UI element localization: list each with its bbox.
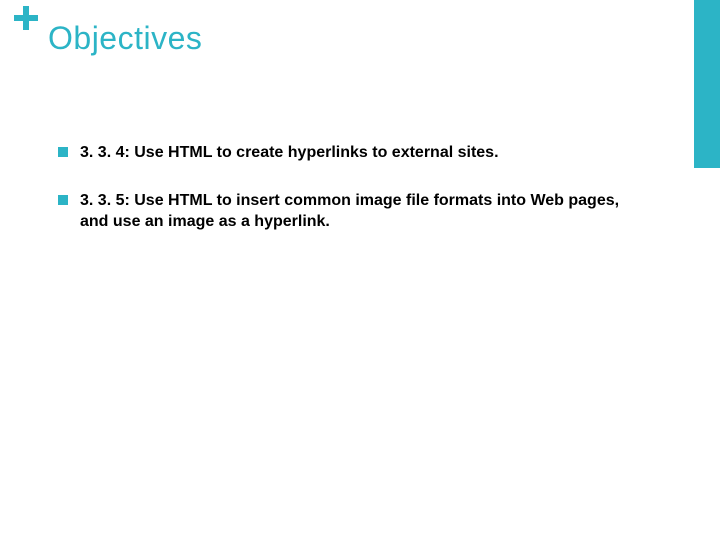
list-item-text: 3. 3. 5: Use HTML to insert common image… [80,190,650,233]
list-item-text: 3. 3. 4: Use HTML to create hyperlinks t… [80,142,650,164]
accent-bar [694,0,720,168]
slide-title: Objectives [48,20,202,57]
list-item: 3. 3. 5: Use HTML to insert common image… [58,190,650,233]
list-item: 3. 3. 4: Use HTML to create hyperlinks t… [58,142,650,164]
slide: Objectives 3. 3. 4: Use HTML to create h… [0,0,720,540]
slide-body: 3. 3. 4: Use HTML to create hyperlinks t… [58,142,650,259]
bullet-icon [58,195,68,205]
plus-icon [14,6,38,30]
bullet-icon [58,147,68,157]
